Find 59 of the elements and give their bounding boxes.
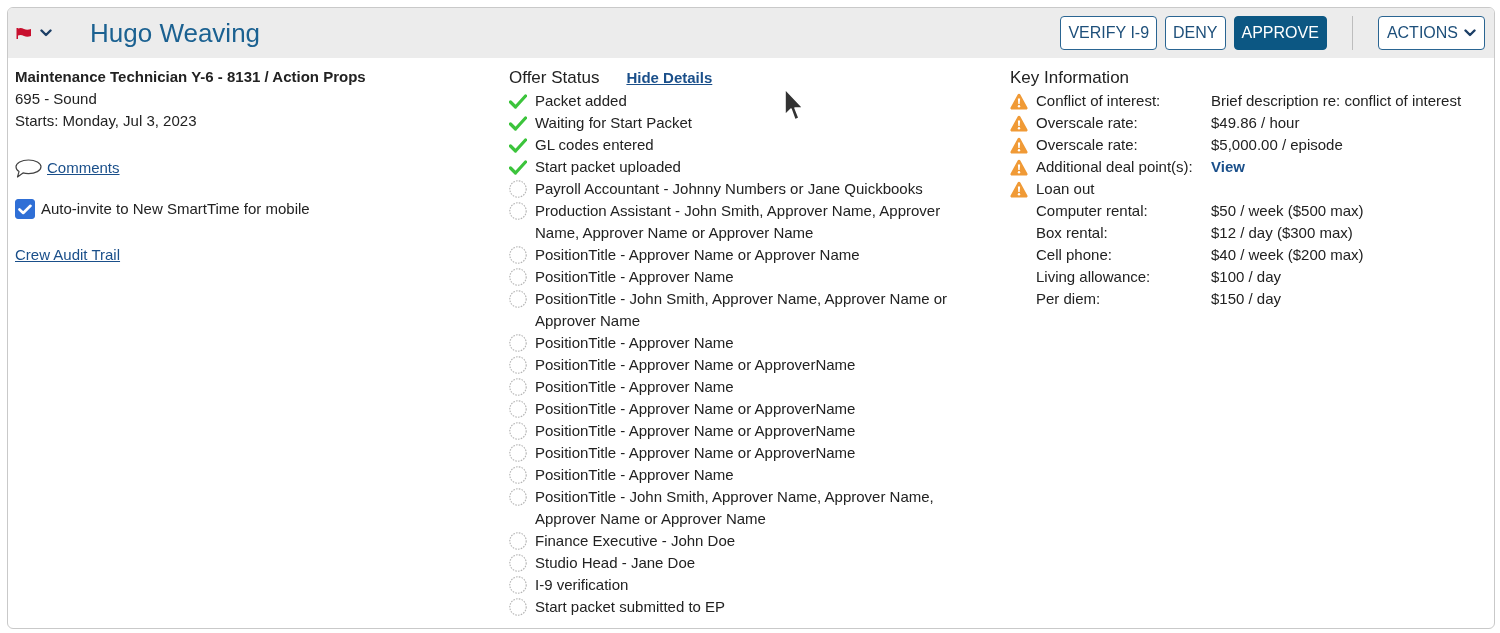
status-step: Studio Head - Jane Doe [535,552,696,574]
person-name: Hugo Weaving [90,17,261,49]
view-link[interactable]: View [1211,156,1245,178]
position-title: Maintenance Technician Y-6 - 8131 / Action Props [15,67,366,87]
info-label: Conflict of interest: [1036,91,1162,111]
status-step: I-9 verification [535,574,629,596]
status-step: Waiting for Start Packet [535,112,692,134]
caret-icon [1464,29,1476,37]
info-value: $40 / week ($200 max) [1211,245,1364,265]
status-step: Finance Executive - John Doe [535,530,736,552]
actions-menu-button[interactable]: ACTIONS [1377,16,1485,50]
checkbox[interactable] [15,199,35,219]
info-value: $49.86 / hour [1211,113,1300,133]
info-value: $12 / day ($300 max) [1211,223,1353,243]
info-label: Loan out [1036,179,1096,199]
status-step: Payroll Accountant - Johnny Numbers or Jane Quickbooks [535,178,923,200]
info-label: Overscale rate: [1036,113,1139,133]
status-step: GL codes entered [535,134,654,156]
status-step: Packet added [535,90,627,112]
info-value: $100 / day [1211,267,1282,287]
status-step: PositionTitle - Approver Name [535,464,734,486]
speech-bubble-icon [15,158,42,178]
status-step: PositionTitle - Approver Name or Approver Name [535,244,860,266]
action-button[interactable]: DENY [1165,16,1226,50]
info-label: Cell phone: [1036,245,1113,265]
department-text: 695 - Sound [15,89,97,109]
flag-icon[interactable] [16,27,31,39]
status-step: PositionTitle - Approver Name or ApproverName [535,398,856,420]
section-heading: Offer Status [509,67,600,89]
checkbox-label: Auto-invite to New SmartTime for mobile [41,199,310,219]
comments-link[interactable]: Comments [47,157,120,179]
info-label: Overscale rate: [1036,135,1139,155]
status-step: PositionTitle - Approver Name [535,266,734,288]
status-step: PositionTitle - John Smith, Approver Name, Approver Name or Approver Name [535,288,975,332]
status-step: Start packet uploaded [535,156,681,178]
hide-details-link[interactable]: Hide Details [626,67,713,89]
status-step: PositionTitle - John Smith, Approver Name, Approver Name, Approver Name or Approver Name [535,486,975,530]
info-label: Additional deal point(s): [1036,157,1194,177]
info-value: $50 / week ($500 max) [1211,201,1364,221]
status-step: Start packet submitted to EP [535,596,726,618]
caret-icon[interactable] [40,29,52,37]
crew-audit-trail-link[interactable]: Crew Audit Trail [15,244,121,266]
status-step: PositionTitle - Approver Name or ApproverName [535,354,856,376]
status-step: PositionTitle - Approver Name or ApproverName [535,420,856,442]
info-label: Living allowance: [1036,267,1152,287]
info-label: Box rental: [1036,223,1109,243]
info-value: $150 / day [1211,289,1282,309]
info-label: Computer rental: [1036,201,1149,221]
status-step: PositionTitle - Approver Name [535,332,734,354]
status-step: PositionTitle - Approver Name or ApproverName [535,442,856,464]
info-value: $5,000.00 / episode [1211,135,1343,155]
action-button[interactable]: APPROVE [1233,16,1327,50]
action-button[interactable]: VERIFY I-9 [1060,16,1158,50]
status-step: Production Assistant - John Smith, Approver Name, Approver Name, Approver Name or Approver Name [535,200,975,244]
start-date-text: Starts: Monday, Jul 3, 2023 [15,111,197,131]
status-step: PositionTitle - Approver Name [535,376,734,398]
info-label: Per diem: [1036,289,1102,309]
info-value: Brief description re: conflict of interest [1211,91,1462,111]
section-heading: Key Information [1010,67,1130,89]
